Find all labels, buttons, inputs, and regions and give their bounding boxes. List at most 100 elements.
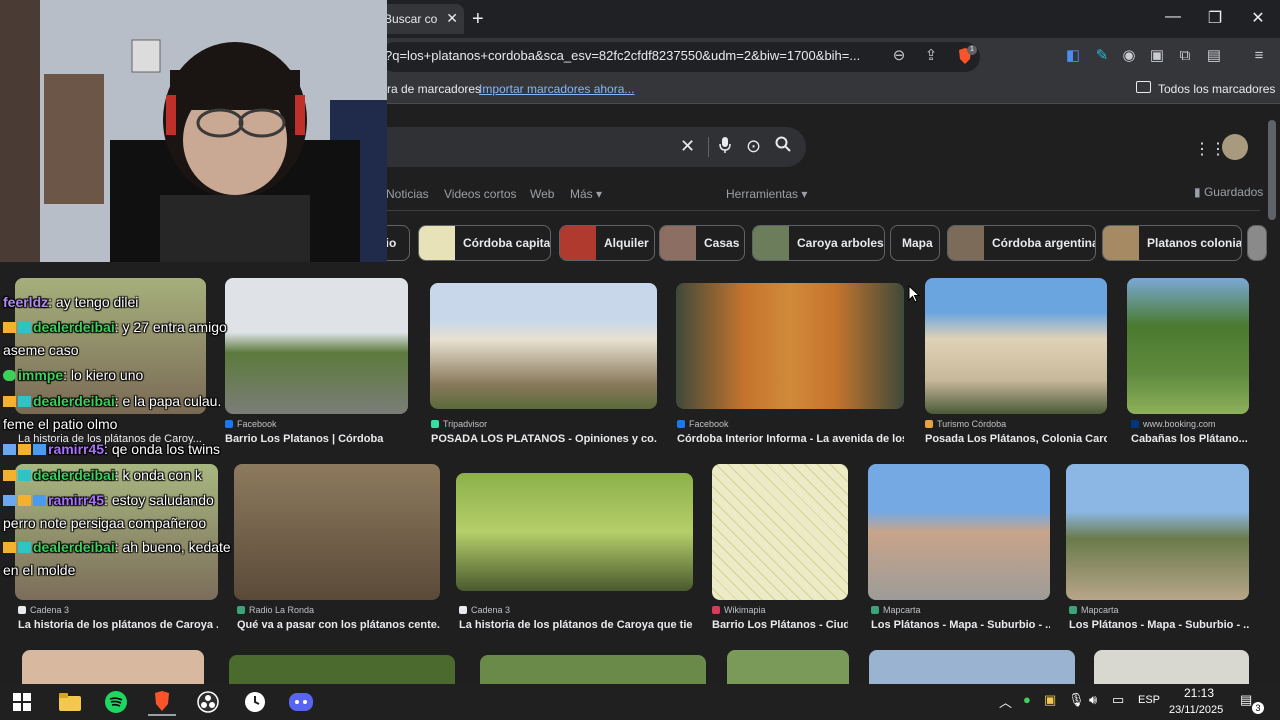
search-box[interactable] bbox=[380, 127, 806, 167]
extension-icon[interactable]: ✎ bbox=[1092, 46, 1112, 66]
result-image[interactable] bbox=[430, 283, 657, 409]
result-source: Cadena 3 bbox=[18, 605, 69, 615]
result-image[interactable] bbox=[727, 650, 849, 684]
clock-app-icon[interactable] bbox=[241, 688, 269, 716]
result-image[interactable] bbox=[229, 655, 455, 684]
result-title[interactable]: Los Plátanos - Mapa - Suburbio - ... bbox=[1069, 619, 1249, 631]
result-image[interactable] bbox=[480, 655, 706, 684]
result-image[interactable] bbox=[225, 278, 408, 414]
translate-icon[interactable]: ◧ bbox=[1063, 46, 1083, 66]
result-image[interactable] bbox=[868, 464, 1050, 600]
lens-icon[interactable]: ⊙ bbox=[746, 136, 761, 157]
file-explorer-icon[interactable] bbox=[56, 688, 84, 716]
webcam-overlay bbox=[0, 0, 387, 262]
chip-casas[interactable]: Casas bbox=[659, 225, 745, 261]
radio-icon bbox=[237, 606, 245, 614]
taskbar bbox=[0, 684, 1280, 720]
maximize-icon[interactable]: ❐ bbox=[1200, 8, 1230, 28]
chip-cordoba-argentina[interactable]: Córdoba argentina bbox=[947, 225, 1096, 261]
clock-date[interactable]: 23/11/2025 bbox=[1169, 704, 1223, 716]
bits-badge-icon bbox=[18, 322, 31, 333]
zoom-icon[interactable]: ⊖ bbox=[889, 46, 909, 66]
share-icon[interactable]: ⇪ bbox=[921, 46, 941, 66]
result-title[interactable]: Posada Los Plátanos, Colonia Caro... bbox=[925, 433, 1107, 445]
obs-icon[interactable] bbox=[194, 688, 222, 716]
result-title[interactable]: Barrio Los Plátanos - Ciud... bbox=[712, 619, 848, 631]
result-image[interactable] bbox=[234, 464, 440, 600]
tab-title: Buscar co bbox=[384, 12, 438, 26]
chat-message: ramirr45: estoy saludando bbox=[3, 492, 214, 508]
start-button[interactable] bbox=[8, 688, 36, 716]
tools-button[interactable]: Herramientas ▾ bbox=[726, 187, 807, 201]
microphone-tray-icon[interactable]: 🎙︎ bbox=[1068, 692, 1085, 708]
chip-caroya-arboles[interactable]: Caroya arboles bbox=[752, 225, 885, 261]
notification-icon[interactable]: ▤ bbox=[1240, 692, 1252, 708]
tray-app-icon[interactable]: ● bbox=[1023, 692, 1031, 707]
page-scrollbar[interactable] bbox=[1268, 120, 1276, 220]
result-image[interactable] bbox=[712, 464, 848, 600]
chip-more[interactable] bbox=[1247, 225, 1267, 261]
result-title[interactable]: Los Plátanos - Mapa - Suburbio - ... bbox=[871, 619, 1050, 631]
result-title[interactable]: La historia de los plátanos de Caroya ..… bbox=[18, 619, 218, 631]
tab-web[interactable]: Web bbox=[530, 187, 554, 201]
gem-badge-icon bbox=[33, 444, 46, 455]
result-title[interactable]: POSADA LOS PLATANOS - Opiniones y co... bbox=[431, 433, 657, 445]
result-title[interactable]: Cabañas los Plátano... bbox=[1131, 433, 1249, 445]
privacy-icon[interactable]: ◉ bbox=[1119, 46, 1139, 66]
import-bookmarks-link[interactable]: Importar marcadores ahora... bbox=[479, 82, 634, 96]
chip-cordoba-capital[interactable]: Córdoba capital bbox=[418, 225, 551, 261]
chat-message: feme el patio olmo bbox=[3, 416, 118, 432]
result-image[interactable] bbox=[1127, 278, 1249, 414]
menu-icon[interactable]: ≡ bbox=[1249, 46, 1269, 66]
chip-alquiler[interactable]: Alquiler bbox=[559, 225, 655, 261]
saved-button[interactable]: ▮ Guardados bbox=[1194, 185, 1263, 199]
result-image[interactable] bbox=[22, 650, 204, 684]
chip-thumbnail bbox=[1103, 226, 1139, 260]
result-image[interactable] bbox=[15, 464, 218, 600]
tray-app-icon[interactable]: ▣ bbox=[1044, 692, 1056, 708]
result-image[interactable] bbox=[869, 650, 1075, 684]
puzzle-icon[interactable]: ⧉ bbox=[1175, 46, 1195, 66]
result-image[interactable] bbox=[1066, 464, 1249, 600]
search-icon[interactable] bbox=[775, 136, 791, 157]
sword-badge-icon bbox=[3, 495, 16, 506]
url-text[interactable]: ?q=los+platanos+cordoba&sca_esv=82fc2cfd… bbox=[385, 48, 880, 63]
chip-platanos-colonia[interactable]: Platanos colonia bbox=[1102, 225, 1242, 261]
result-title[interactable]: Qué va a pasar con los plátanos cente... bbox=[237, 619, 440, 631]
close-tab-icon[interactable]: ✕ bbox=[446, 10, 458, 27]
close-window-icon[interactable]: ✕ bbox=[1243, 8, 1273, 28]
browser-tab[interactable]: Buscar co ✕ bbox=[380, 4, 464, 34]
wallet-icon[interactable]: ▣ bbox=[1147, 46, 1167, 66]
tab-mas[interactable]: Más ▾ bbox=[570, 187, 602, 201]
avatar[interactable] bbox=[1222, 134, 1248, 160]
chat-message: en el molde bbox=[3, 562, 76, 578]
show-hidden-icons[interactable]: ︿ bbox=[999, 692, 1012, 711]
nav-divider bbox=[380, 210, 1260, 211]
brave-browser-icon[interactable] bbox=[148, 688, 176, 716]
all-bookmarks-button[interactable]: Todos los marcadores bbox=[1158, 82, 1275, 96]
spotify-icon[interactable] bbox=[102, 688, 130, 716]
result-image[interactable] bbox=[925, 278, 1107, 414]
chip-mapa[interactable]: Mapa bbox=[890, 225, 940, 261]
chip-thumbnail bbox=[660, 226, 696, 260]
minimize-icon[interactable]: — bbox=[1158, 8, 1188, 26]
result-title[interactable]: La historia de los plátanos de Caroya qu… bbox=[459, 619, 693, 631]
sidebar-icon[interactable]: ▤ bbox=[1204, 46, 1224, 66]
volume-icon[interactable]: 🔊︎ bbox=[1089, 692, 1097, 708]
result-title[interactable]: Córdoba Interior Informa - La avenida de… bbox=[677, 433, 904, 445]
tab-videos-cortos[interactable]: Videos cortos bbox=[444, 187, 517, 201]
result-title[interactable]: Barrio Los Platanos | Córdoba bbox=[225, 433, 408, 445]
result-image[interactable] bbox=[456, 473, 693, 591]
language-indicator[interactable]: ESP bbox=[1138, 694, 1160, 706]
result-image[interactable] bbox=[676, 283, 904, 409]
result-source: Cadena 3 bbox=[459, 605, 510, 615]
microphone-icon[interactable] bbox=[718, 136, 732, 159]
tab-noticias[interactable]: Noticias bbox=[386, 187, 429, 201]
chat-message: ramirr45: qe onda los twins bbox=[3, 441, 220, 457]
new-tab-icon[interactable]: + bbox=[472, 8, 484, 31]
discord-icon[interactable] bbox=[287, 688, 315, 716]
network-icon[interactable]: ▭ bbox=[1112, 692, 1124, 708]
result-image[interactable] bbox=[1094, 650, 1249, 684]
clock-time[interactable]: 21:13 bbox=[1184, 686, 1214, 700]
clear-search-icon[interactable]: ✕ bbox=[680, 136, 695, 157]
